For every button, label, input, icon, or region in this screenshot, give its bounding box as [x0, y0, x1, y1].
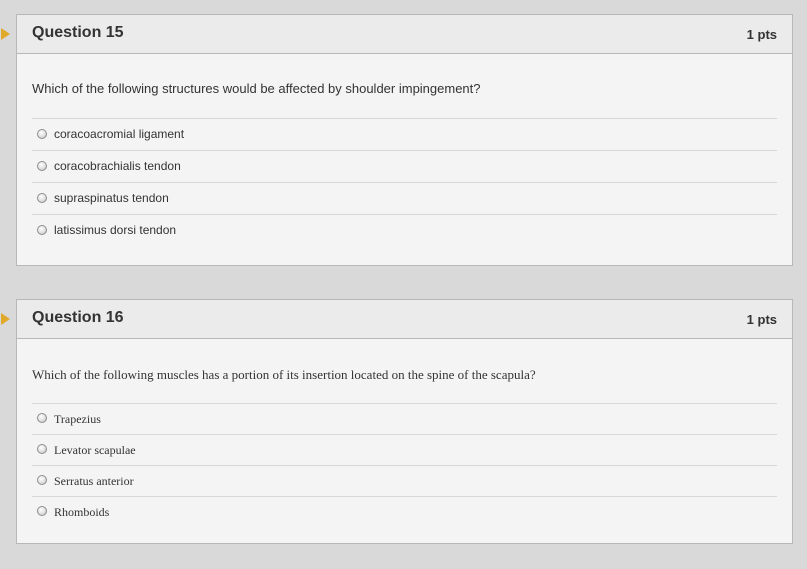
- question-15-panel: Question 15 1 pts Which of the following…: [1, 14, 793, 266]
- radio-button-icon[interactable]: [37, 444, 47, 454]
- radio-button-icon[interactable]: [37, 161, 47, 171]
- answer-label[interactable]: supraspinatus tendon: [54, 191, 169, 205]
- answer-list: Trapezius Levator scapulae Serratus ante…: [32, 403, 777, 527]
- answer-option[interactable]: Trapezius: [32, 403, 777, 434]
- answer-option[interactable]: latissimus dorsi tendon: [32, 214, 777, 246]
- answer-label[interactable]: latissimus dorsi tendon: [54, 223, 176, 237]
- radio-button-icon[interactable]: [37, 506, 47, 516]
- radio-button-icon[interactable]: [37, 225, 47, 235]
- answer-label[interactable]: Serratus anterior: [54, 474, 134, 489]
- question-title: Question 15: [32, 24, 124, 41]
- answer-option[interactable]: Levator scapulae: [32, 434, 777, 465]
- answer-label[interactable]: coracobrachialis tendon: [54, 159, 181, 173]
- answer-option[interactable]: Rhomboids: [32, 496, 777, 527]
- question-header: Question 16 1 pts: [17, 300, 792, 339]
- radio-button-icon[interactable]: [37, 193, 47, 203]
- answer-option[interactable]: coracoacromial ligament: [32, 118, 777, 150]
- question-title: Question 16: [32, 309, 124, 326]
- question-points: 1 pts: [746, 27, 777, 42]
- question-header: Question 15 1 pts: [17, 15, 792, 54]
- question-marker-icon: [1, 313, 10, 325]
- answer-label[interactable]: Levator scapulae: [54, 443, 136, 458]
- question-16-panel: Question 16 1 pts Which of the following…: [1, 299, 793, 544]
- radio-button-icon[interactable]: [37, 413, 47, 423]
- question-text: Which of the following structures would …: [32, 81, 481, 96]
- answer-list: coracoacromial ligament coracobrachialis…: [32, 118, 777, 246]
- answer-option[interactable]: Serratus anterior: [32, 465, 777, 496]
- answer-option[interactable]: supraspinatus tendon: [32, 182, 777, 214]
- radio-button-icon[interactable]: [37, 129, 47, 139]
- answer-label[interactable]: coracoacromial ligament: [54, 127, 184, 141]
- radio-button-icon[interactable]: [37, 475, 47, 485]
- answer-label[interactable]: Rhomboids: [54, 505, 109, 520]
- question-text: Which of the following muscles has a por…: [32, 367, 536, 382]
- question-marker-icon: [1, 28, 10, 40]
- answer-label[interactable]: Trapezius: [54, 412, 101, 427]
- question-points: 1 pts: [746, 312, 777, 327]
- answer-option[interactable]: coracobrachialis tendon: [32, 150, 777, 182]
